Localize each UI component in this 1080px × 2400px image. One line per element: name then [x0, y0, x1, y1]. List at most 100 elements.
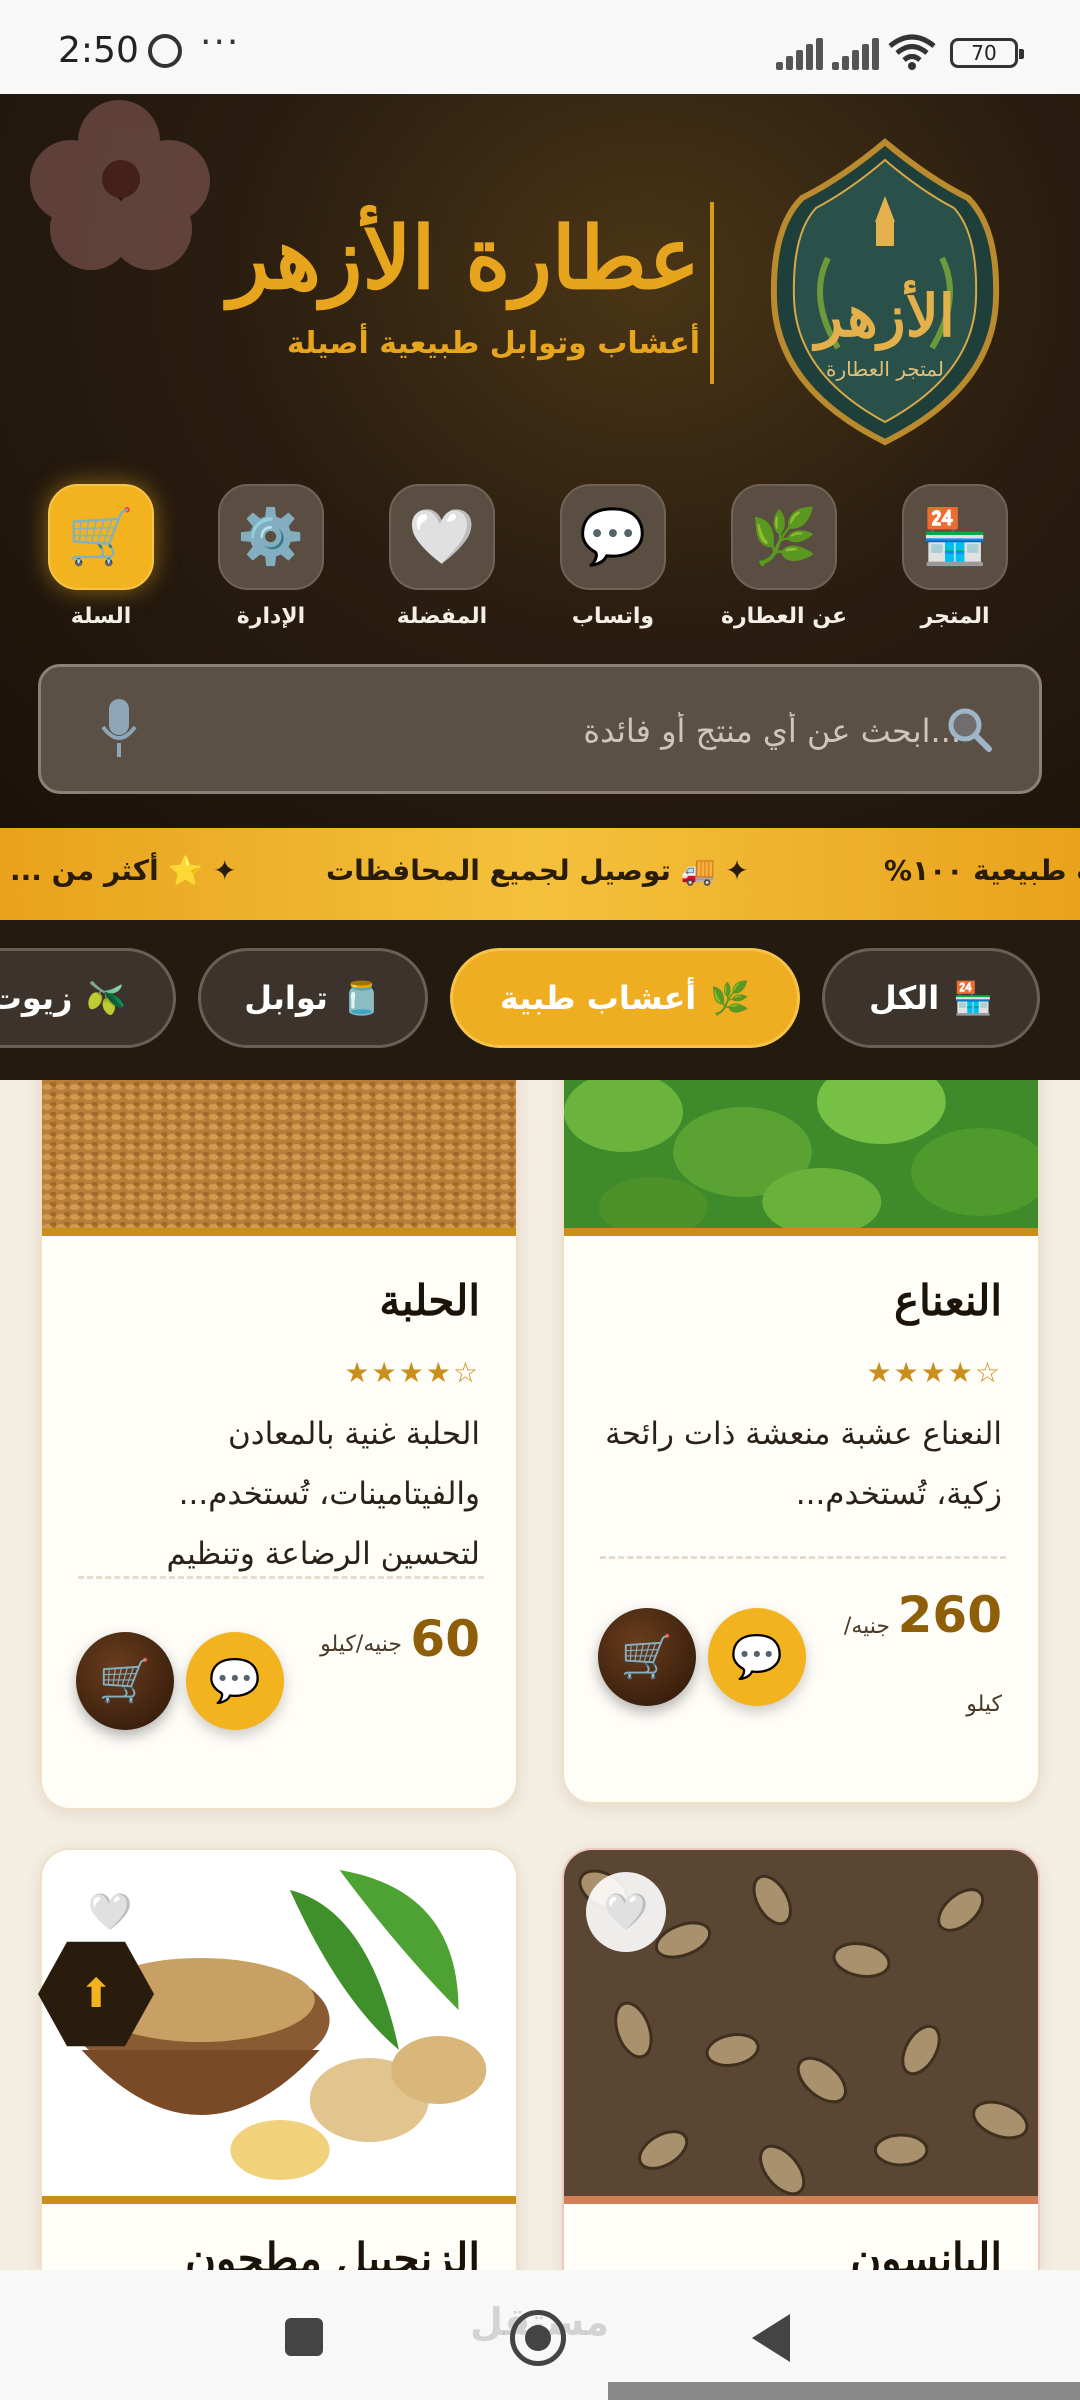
product-price: 260 [897, 1586, 1002, 1644]
card-image-border [564, 1228, 1038, 1236]
heart-icon[interactable]: 🤍 [389, 484, 495, 590]
herb-icon: 🌿 [710, 979, 751, 1017]
tab-medicinal-herbs[interactable]: 🌿 أعشاب طبية [450, 948, 800, 1048]
heart-icon: 🤍 [87, 1892, 133, 1933]
battery-icon: 70 [950, 38, 1024, 68]
product-name: اليانسون [850, 2234, 1002, 2270]
search-icon[interactable] [945, 705, 993, 753]
store-icon[interactable]: 🏪 [902, 484, 1008, 590]
gesture-bar [608, 2382, 1080, 2400]
fenugreek-image [42, 1080, 516, 1228]
system-navigation-bar: مستقل [0, 2270, 1080, 2400]
search-bar[interactable] [38, 664, 1042, 794]
product-card[interactable]: الحلبة ★★★★☆ الحلبة غنية بالمعادن والفيت… [40, 1080, 518, 1810]
nav-label: واتساب [571, 604, 655, 629]
nav-item-cart[interactable]: 🛒 السلة [36, 484, 166, 629]
favorite-button[interactable]: 🤍 [586, 1872, 666, 1952]
product-name: النعناع [894, 1276, 1002, 1325]
recents-button[interactable] [285, 2318, 323, 2356]
announcement-ticker: ✦ ⭐ أكثر من ... ✦ 🚚 توصيل لجميع المحافظا… [0, 828, 1080, 920]
quick-nav: 🏪 المتجر 🌿 عن العطارة 💬 واتساب 🤍 المفضلة… [40, 484, 1040, 629]
product-name: الحلبة [379, 1276, 480, 1325]
gear-icon[interactable]: ⚙️ [218, 484, 324, 590]
wifi-icon [888, 34, 936, 70]
ticker-item: ✦ 🚚 توصيل لجميع المحافظات [326, 854, 749, 887]
card-divider [78, 1576, 484, 1579]
ticker-item: منتجات طبيعية ١٠٠% [884, 854, 1080, 887]
product-name: الزنجبيل مطحون [185, 2234, 480, 2270]
olive-icon: 🫒 [86, 979, 127, 1017]
whatsapp-notification-icon [148, 34, 182, 68]
product-card[interactable]: 🤍 اليانسون [562, 1848, 1040, 2270]
add-to-cart-button[interactable]: 🛒 [76, 1632, 174, 1730]
status-time: 2:50 [58, 30, 139, 71]
cart-icon: 🛒 [620, 1632, 674, 1681]
favorite-button[interactable]: 🤍 [70, 1872, 150, 1952]
ticker-item: ✦ ⭐ أكثر من ... [10, 854, 237, 887]
product-grid: النعناع ★★★★☆ النعناع عشبة منعشة ذات رائ… [0, 1080, 1080, 2270]
back-button[interactable] [752, 2314, 790, 2362]
rating-stars: ★★★★☆ [344, 1356, 480, 1389]
tab-label: توابل [244, 979, 328, 1017]
cart-icon[interactable]: 🛒 [48, 484, 154, 590]
nav-label: السلة [70, 604, 132, 629]
flower-decoration-icon [30, 100, 210, 270]
brand-title: عطارة الأزهر [228, 208, 700, 309]
nav-item-whatsapp[interactable]: 💬 واتساب [548, 484, 678, 629]
nav-label: المتجر [920, 604, 990, 629]
card-image-border [564, 2196, 1038, 2204]
logo-subtitle: لمتجر العطارة [826, 357, 944, 381]
whatsapp-order-button[interactable]: 💬 [186, 1632, 284, 1730]
card-image-border [42, 1228, 516, 1236]
price-unit: جنيه/كيلو [320, 1632, 402, 1657]
rating-stars: ★★★★☆ [866, 1356, 1002, 1389]
tab-all[interactable]: 🏪 الكل [822, 948, 1040, 1048]
mint-image [564, 1080, 1038, 1228]
nav-label: عن العطارة [720, 604, 848, 629]
category-tabs: 🏪 الكل 🌿 أعشاب طبية 🫙 توابل 🫒 زيوت [0, 920, 1080, 1080]
tab-label: أعشاب طبية [499, 979, 697, 1017]
nav-item-favorites[interactable]: 🤍 المفضلة [377, 484, 507, 629]
brand-subtitle: أعشاب وتوابل طبيعية أصيلة [286, 326, 700, 361]
nav-label: الإدارة [236, 604, 306, 629]
chat-icon: 💬 [730, 1632, 784, 1681]
tab-spices[interactable]: 🫙 توابل [198, 948, 428, 1048]
nav-item-store[interactable]: 🏪 المتجر [890, 484, 1020, 629]
product-description: الحلبة غنية بالمعادن والفيتامينات، تُستخ… [166, 1416, 480, 1572]
product-card[interactable]: 🤍 الزنجبيل مطحون [40, 1848, 518, 2270]
herb-icon[interactable]: 🌿 [731, 484, 837, 590]
add-to-cart-button[interactable]: 🛒 [598, 1608, 696, 1706]
tab-oils[interactable]: 🫒 زيوت [0, 948, 176, 1048]
store-header: الأزهر لمتجر العطارة عطارة الأزهر أعشاب … [0, 94, 1080, 828]
status-bar: 2:50 ··· 70 [0, 0, 1080, 94]
card-divider [600, 1556, 1006, 1559]
card-image-border [42, 2196, 516, 2204]
jar-icon: 🫙 [341, 979, 382, 1017]
tab-label: الكل [869, 979, 940, 1017]
cart-icon: 🛒 [98, 1656, 152, 1705]
search-input[interactable] [191, 701, 961, 761]
logo-title: الأزهر [811, 278, 955, 352]
store-icon: 🏪 [953, 979, 993, 1017]
chat-icon[interactable]: 💬 [560, 484, 666, 590]
product-description: النعناع عشبة منعشة ذات رائحة زكية، تُستخ… [605, 1416, 1002, 1512]
nav-item-admin[interactable]: ⚙️ الإدارة [206, 484, 336, 629]
product-price: 60 [410, 1610, 480, 1668]
arrow-up-icon: ⬆ [79, 1971, 113, 2017]
price-unit: جنيه/ [843, 1614, 890, 1639]
price-unit-weight: كيلو [966, 1692, 1002, 1717]
heart-icon: 🤍 [603, 1892, 649, 1933]
brand-divider [710, 202, 714, 384]
nav-item-about[interactable]: 🌿 عن العطارة [719, 484, 849, 629]
signal-icon [776, 38, 824, 70]
more-notifications-icon: ··· [200, 22, 241, 63]
product-card[interactable]: النعناع ★★★★☆ النعناع عشبة منعشة ذات رائ… [562, 1080, 1040, 1804]
microphone-icon[interactable] [99, 697, 139, 761]
chat-icon: 💬 [208, 1656, 262, 1705]
store-logo[interactable]: الأزهر لمتجر العطارة [768, 138, 1002, 446]
whatsapp-order-button[interactable]: 💬 [708, 1608, 806, 1706]
signal-icon [832, 38, 880, 70]
tab-label: زيوت [0, 979, 73, 1017]
home-button[interactable] [510, 2310, 566, 2366]
nav-label: المفضلة [396, 604, 488, 629]
